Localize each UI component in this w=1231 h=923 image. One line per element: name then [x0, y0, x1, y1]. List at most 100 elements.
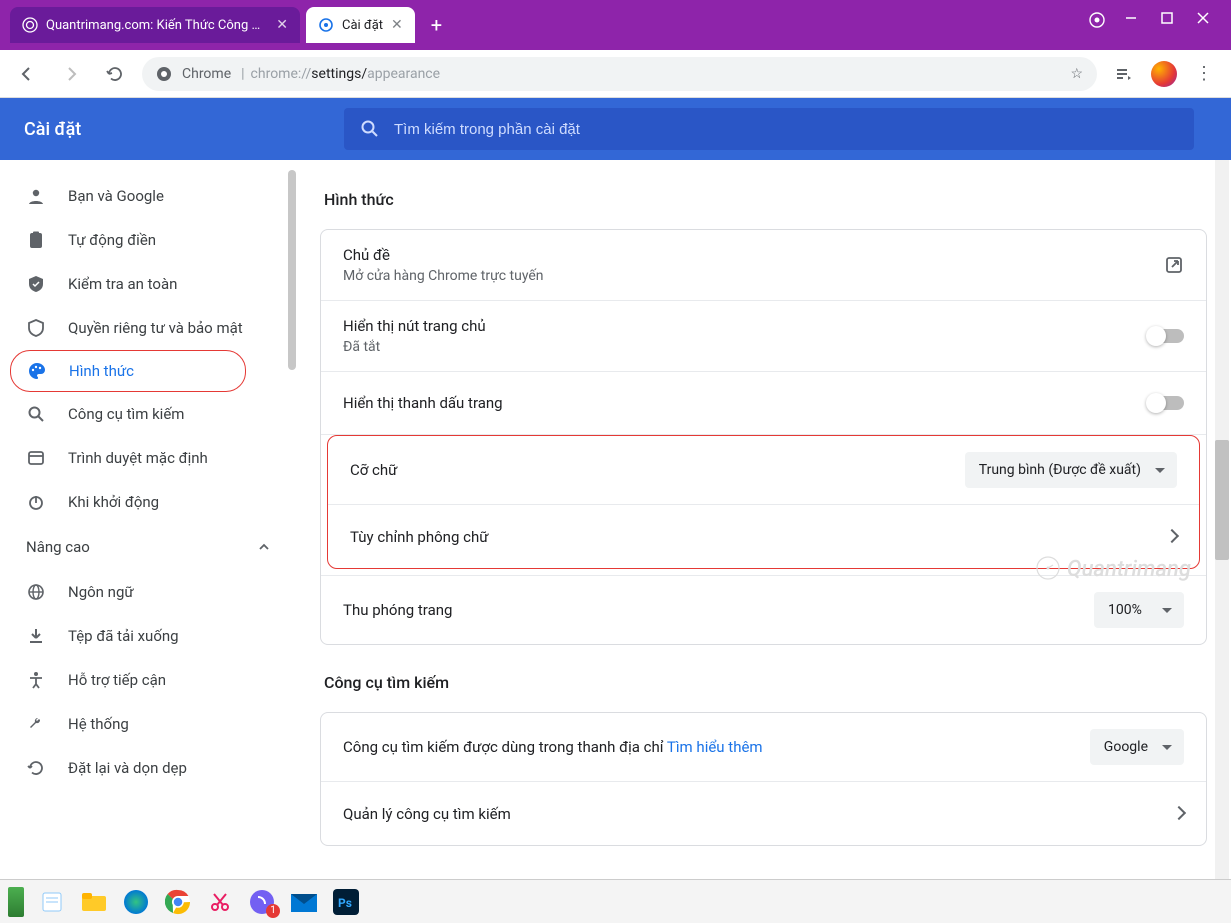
close-window-icon[interactable] — [1197, 12, 1213, 28]
sidebar-item-downloads[interactable]: Tệp đã tải xuống — [0, 614, 276, 658]
close-tab-icon[interactable]: ✕ — [276, 17, 288, 33]
taskbar-snip-icon[interactable] — [206, 888, 234, 916]
sidebar-label: Hỗ trợ tiếp cận — [68, 671, 166, 689]
bookmarks-toggle[interactable] — [1148, 396, 1184, 410]
row-theme[interactable]: Chủ đề Mở cửa hàng Chrome trực tuyến — [321, 230, 1206, 300]
font-size-label: Cỡ chữ — [350, 461, 397, 479]
zoom-dropdown[interactable]: 100% — [1094, 592, 1184, 628]
main-scroll-thumb[interactable] — [1215, 440, 1229, 560]
sidebar-adv-label: Nâng cao — [26, 538, 90, 556]
window-controls — [1071, 0, 1231, 40]
download-icon — [26, 626, 46, 646]
shield-check-icon — [26, 274, 46, 294]
tab-active[interactable]: Cài đặt ✕ — [306, 7, 415, 43]
chevron-right-icon — [1174, 806, 1184, 822]
taskbar-viber-icon[interactable]: 1 — [248, 888, 276, 916]
taskbar-mail-icon[interactable] — [290, 888, 318, 916]
sidebar-item-system[interactable]: Hệ thống — [0, 702, 276, 746]
row-font-size: Cỡ chữ Trung bình (Được đề xuất) — [328, 436, 1199, 504]
taskbar-photoshop-icon[interactable]: Ps — [332, 888, 360, 916]
tab-inactive[interactable]: Quantrimang.com: Kiến Thức Công Nghệ ✕ — [10, 7, 300, 43]
row-search-engine: Công cụ tìm kiếm được dùng trong thanh đ… — [321, 713, 1206, 781]
home-button-sub: Đã tắt — [343, 339, 486, 355]
windows-taskbar: 1 Ps — [0, 879, 1231, 923]
sidebar-advanced-toggle[interactable]: Nâng cao — [0, 524, 296, 570]
profile-avatar[interactable] — [1151, 61, 1177, 87]
sidebar-label: Công cụ tìm kiếm — [68, 405, 184, 423]
account-circle-icon[interactable] — [1089, 12, 1105, 28]
row-manage-search[interactable]: Quản lý công cụ tìm kiếm — [321, 781, 1206, 845]
power-icon — [26, 492, 46, 512]
taskbar-app-1[interactable] — [8, 887, 24, 917]
bookmark-star-icon[interactable]: ☆ — [1070, 66, 1083, 82]
globe-icon — [26, 582, 46, 602]
search-engine-value: Google — [1104, 739, 1148, 755]
taskbar-edge-icon[interactable] — [122, 888, 150, 916]
taskbar-explorer-icon[interactable] — [80, 888, 108, 916]
url-dark: settings/ — [311, 66, 367, 82]
taskbar-chrome-icon[interactable] — [164, 888, 192, 916]
sidebar-item-appearance[interactable]: Hình thức — [10, 350, 246, 392]
taskbar-notepad-icon[interactable] — [38, 888, 66, 916]
sidebar-item-language[interactable]: Ngôn ngữ — [0, 570, 276, 614]
sidebar-item-default-browser[interactable]: Trình duyệt mặc định — [0, 436, 276, 480]
media-control-icon[interactable] — [1107, 57, 1141, 91]
row-zoom: Thu phóng trang 100% — [321, 575, 1206, 644]
learn-more-link[interactable]: Tìm hiểu thêm — [667, 738, 763, 756]
chevron-right-icon — [1167, 529, 1177, 545]
settings-header: Cài đặt — [0, 98, 1231, 160]
theme-sublabel: Mở cửa hàng Chrome trực tuyến — [343, 268, 544, 284]
customize-fonts-label: Tùy chỉnh phông chữ — [350, 528, 489, 546]
settings-search-input[interactable] — [394, 121, 1178, 138]
back-button[interactable] — [10, 57, 44, 91]
new-tab-button[interactable]: + — [421, 9, 452, 41]
accessibility-icon — [26, 670, 46, 690]
sidebar-item-startup[interactable]: Khi khởi động — [0, 480, 276, 524]
open-external-icon[interactable] — [1164, 255, 1184, 275]
row-customize-fonts[interactable]: Tùy chỉnh phông chữ — [328, 504, 1199, 568]
sidebar-item-search[interactable]: Công cụ tìm kiếm — [0, 392, 276, 436]
search-engine-dropdown[interactable]: Google — [1090, 729, 1184, 765]
forward-button[interactable] — [54, 57, 88, 91]
maximize-icon[interactable] — [1161, 12, 1177, 28]
sidebar-item-you-google[interactable]: Bạn và Google — [0, 174, 276, 218]
window-icon — [26, 448, 46, 468]
close-tab-icon[interactable]: ✕ — [391, 17, 403, 33]
font-size-value: Trung bình (Được đề xuất) — [979, 462, 1141, 478]
search-card: Công cụ tìm kiếm được dùng trong thanh đ… — [320, 712, 1207, 846]
chevron-up-icon — [258, 541, 270, 553]
url-separator: | — [241, 66, 244, 82]
clipboard-icon — [26, 230, 46, 250]
sidebar-label: Kiểm tra an toàn — [68, 275, 177, 293]
row-bookmarks-bar: Hiển thị thanh dấu trang — [321, 371, 1206, 435]
search-icon — [26, 404, 46, 424]
sidebar-item-accessibility[interactable]: Hỗ trợ tiếp cận — [0, 658, 276, 702]
home-button-toggle[interactable] — [1148, 329, 1184, 343]
sidebar-item-privacy[interactable]: Quyền riêng tư và bảo mật — [0, 306, 276, 350]
palette-icon — [27, 361, 47, 381]
url-grey2: appearance — [367, 66, 440, 82]
sidebar-label: Hình thức — [69, 362, 134, 380]
minimize-icon[interactable] — [1125, 12, 1141, 28]
sidebar-item-reset[interactable]: Đặt lại và dọn dẹp — [0, 746, 276, 790]
sidebar-item-safety[interactable]: Kiểm tra an toàn — [0, 262, 276, 306]
settings-search[interactable] — [344, 108, 1194, 150]
svg-text:Ps: Ps — [338, 896, 352, 910]
omnibox[interactable]: Chrome | chrome://settings/appearance ☆ — [142, 57, 1097, 91]
menu-kebab-icon[interactable]: ⋮ — [1187, 57, 1221, 91]
reload-button[interactable] — [98, 57, 132, 91]
person-icon — [26, 186, 46, 206]
sidebar-item-autofill[interactable]: Tự động điền — [0, 218, 276, 262]
font-size-dropdown[interactable]: Trung bình (Được đề xuất) — [965, 452, 1177, 488]
zoom-label: Thu phóng trang — [343, 601, 452, 619]
bookmarks-label: Hiển thị thanh dấu trang — [343, 394, 503, 412]
settings-main: Hình thức Chủ đề Mở cửa hàng Chrome trực… — [296, 160, 1231, 879]
manage-search-label: Quản lý công cụ tìm kiếm — [343, 805, 511, 823]
restore-icon — [26, 758, 46, 778]
url-prefix: Chrome — [182, 66, 231, 82]
taskbar-badge: 1 — [266, 904, 280, 918]
shield-icon — [26, 318, 46, 338]
sidebar-scrollbar[interactable] — [288, 170, 296, 370]
settings-gear-icon — [318, 17, 334, 33]
sidebar-label: Bạn và Google — [68, 187, 164, 205]
